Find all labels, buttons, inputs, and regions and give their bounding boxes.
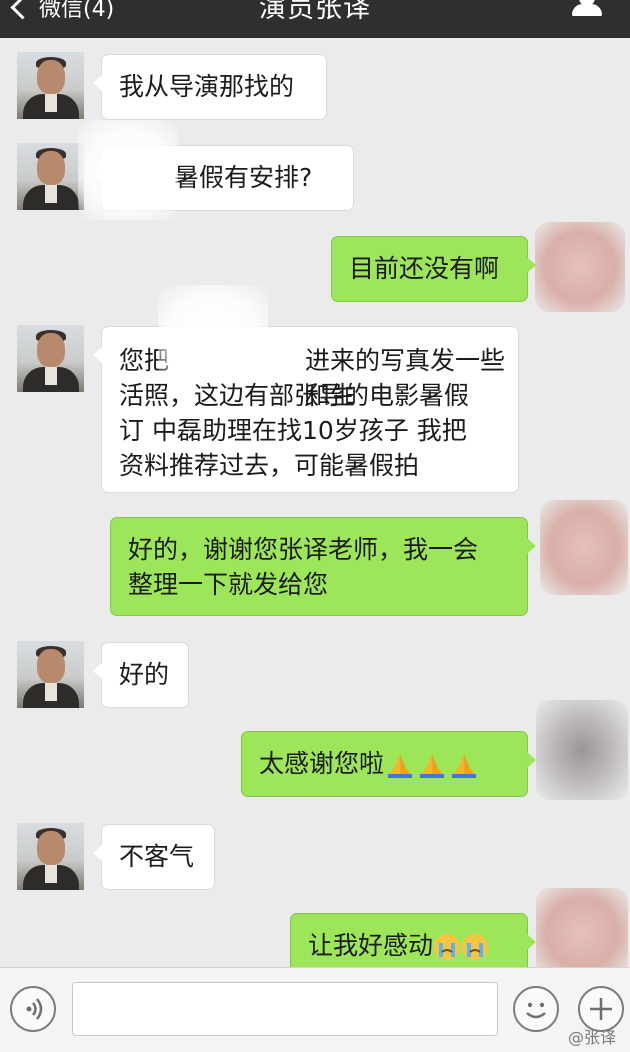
privacy-blur xyxy=(536,888,628,978)
privacy-blur xyxy=(536,700,628,800)
watermark: @张译 xyxy=(567,1028,616,1047)
smiley-icon xyxy=(526,1002,546,1019)
voice-wave-icon xyxy=(26,998,43,1020)
contact-avatar[interactable] xyxy=(17,823,84,890)
message-line: 订 中磊助理在找10岁孩子 我把 xyxy=(119,416,467,445)
emoji-button[interactable] xyxy=(513,986,559,1032)
crying-face-emoji-icon xyxy=(462,934,489,960)
message-bubble-sent[interactable]: 好的，谢谢您张译老师，我一会 整理一下就发给您 xyxy=(110,517,536,616)
message-line: 资料推荐过去，可能暑假拍 xyxy=(119,451,420,480)
privacy-blur xyxy=(535,222,625,312)
message-input-bar xyxy=(0,967,630,1052)
message-bubble-received[interactable]: 好的 xyxy=(93,642,189,708)
voice-button[interactable] xyxy=(10,986,56,1032)
message-bubble-received[interactable]: 我从导演那找的 xyxy=(93,54,327,120)
contact-avatar[interactable] xyxy=(17,641,84,708)
privacy-blur xyxy=(540,500,628,595)
chat-header: 微信(4) 演员张译 xyxy=(0,0,630,38)
folded-hands-emoji-icon xyxy=(420,754,445,778)
privacy-blur xyxy=(158,285,268,380)
message-line: 整理一下就发给您 xyxy=(128,570,329,599)
contact-avatar[interactable] xyxy=(17,143,84,210)
chat-title: 演员张译 xyxy=(259,0,371,24)
message-bubble-sent[interactable]: 目前还没有啊 xyxy=(331,236,536,302)
contact-profile-icon[interactable] xyxy=(570,0,604,24)
privacy-blur xyxy=(78,120,178,220)
message-text: 好的 xyxy=(119,660,170,689)
message-line: 进来的写真发一些和生 xyxy=(305,346,506,410)
crying-face-emoji-icon xyxy=(434,934,461,960)
message-line: 好的，谢谢您张译老师，我一会 xyxy=(128,535,479,564)
message-text: 不客气 xyxy=(119,842,195,871)
message-text: 暑假有安排? xyxy=(174,163,313,192)
message-text: 目前还没有啊 xyxy=(349,254,500,283)
folded-hands-emoji-icon xyxy=(452,754,477,778)
contact-avatar[interactable] xyxy=(17,52,84,119)
contact-avatar[interactable] xyxy=(17,325,84,392)
message-text: 我从导演那找的 xyxy=(119,72,295,101)
message-bubble-sent[interactable]: 太感谢您啦 xyxy=(241,731,536,797)
message-text: 太感谢您啦 xyxy=(259,749,385,778)
message-bubble-received[interactable]: 不客气 xyxy=(93,824,215,890)
folded-hands-emoji-icon xyxy=(388,754,413,778)
message-input[interactable] xyxy=(72,982,498,1036)
message-text: 让我好感动 xyxy=(308,931,434,960)
